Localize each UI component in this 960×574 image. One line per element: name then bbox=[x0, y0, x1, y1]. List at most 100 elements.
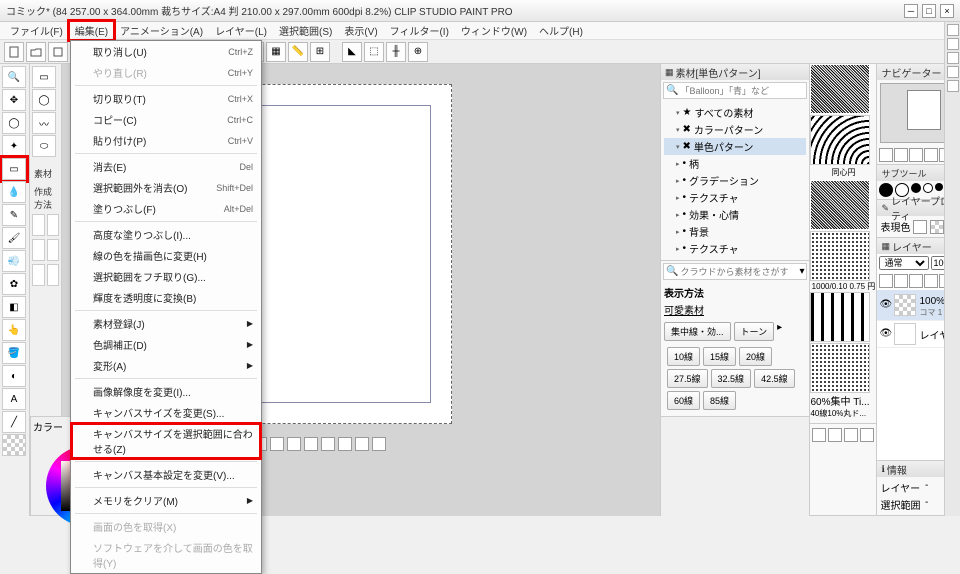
ly-b4[interactable] bbox=[924, 274, 938, 288]
tree-item-2[interactable]: ▾✖単色パターン bbox=[664, 138, 806, 155]
sub-opt-2[interactable] bbox=[47, 214, 60, 236]
filter-btn-5[interactable]: 42.5線 bbox=[754, 369, 795, 388]
eyedropper-tool[interactable]: 💧 bbox=[2, 181, 26, 203]
tree-item-0[interactable]: ▾★すべての素材 bbox=[664, 104, 806, 121]
filter-btn-2[interactable]: 20線 bbox=[739, 347, 772, 366]
eraser-tool[interactable]: ◧ bbox=[2, 296, 26, 318]
color-swap[interactable] bbox=[2, 434, 26, 456]
edit-menu-item-9[interactable]: 塗りつぶし(F)Alt+Del bbox=[71, 198, 261, 219]
edit-menu-item-24[interactable]: キャンバス基本設定を変更(V)... bbox=[71, 464, 261, 485]
canvas-tool-10[interactable] bbox=[355, 437, 369, 451]
color-tab[interactable]: カラー bbox=[33, 419, 63, 434]
gradient-tool[interactable]: ◐ bbox=[2, 365, 26, 387]
ly-b3[interactable] bbox=[909, 274, 923, 288]
edit-menu-item-8[interactable]: 選択範囲外を消去(O)Shift+Del bbox=[71, 177, 261, 198]
menu-4[interactable]: 選択範囲(S) bbox=[273, 21, 338, 40]
edit-menu-item-21[interactable]: キャンバスサイズを変更(S)... bbox=[71, 402, 261, 423]
filter-btn-4[interactable]: 32.5線 bbox=[711, 369, 752, 388]
tool-a-icon[interactable]: ◣ bbox=[342, 42, 362, 62]
edit-menu-item-26[interactable]: メモリをクリア(M)▶ bbox=[71, 490, 261, 511]
tree-item-3[interactable]: ▸•柄 bbox=[664, 155, 806, 172]
dock-2[interactable] bbox=[947, 38, 959, 50]
menu-2[interactable]: アニメーション(A) bbox=[114, 21, 209, 40]
edit-menu-item-11[interactable]: 高度な塗りつぶし(I)... bbox=[71, 224, 261, 245]
canvas-tool-11[interactable] bbox=[372, 437, 386, 451]
grid-icon[interactable]: ▦ bbox=[266, 42, 286, 62]
sub-opt-6[interactable] bbox=[47, 264, 60, 286]
canvas-tool-7[interactable] bbox=[304, 437, 318, 451]
sub-opt-1[interactable] bbox=[32, 214, 45, 236]
tool-d-icon[interactable]: ⊕ bbox=[408, 42, 428, 62]
menu-7[interactable]: ウィンドウ(W) bbox=[455, 21, 533, 40]
edit-menu-item-16[interactable]: 素材登録(J)▶ bbox=[71, 313, 261, 334]
brush-3[interactable] bbox=[911, 183, 921, 193]
visibility-icon[interactable]: 👁 bbox=[879, 328, 891, 340]
mat-tool-3[interactable] bbox=[844, 428, 858, 442]
canvas-tool-9[interactable] bbox=[338, 437, 352, 451]
cloud-search-input[interactable] bbox=[680, 266, 797, 277]
edit-menu-item-22[interactable]: キャンバスサイズを選択範囲に合わせる(Z) bbox=[71, 423, 261, 459]
edit-menu-item-14[interactable]: 輝度を透明度に変換(B) bbox=[71, 287, 261, 308]
filter-btn-3[interactable]: 27.5線 bbox=[667, 369, 708, 388]
edit-menu-item-7[interactable]: 消去(E)Del bbox=[71, 156, 261, 177]
subtool-2[interactable]: ◯ bbox=[32, 89, 56, 111]
marquee-tool[interactable]: ▭ bbox=[2, 158, 26, 180]
fill-tool[interactable]: 🪣 bbox=[2, 342, 26, 364]
subtool-1[interactable]: ▭ bbox=[32, 66, 56, 88]
edit-menu-item-0[interactable]: 取り消し(U)Ctrl+Z bbox=[71, 41, 261, 62]
menu-1[interactable]: 編集(E) bbox=[69, 21, 114, 40]
zoom-tool[interactable]: 🔍 bbox=[2, 66, 26, 88]
edit-menu-item-17[interactable]: 色調補正(D)▶ bbox=[71, 334, 261, 355]
tag-2[interactable]: トーン bbox=[734, 322, 775, 341]
brush-5[interactable] bbox=[935, 183, 943, 191]
tool-c-icon[interactable]: ╫ bbox=[386, 42, 406, 62]
nav-b4[interactable] bbox=[924, 148, 938, 162]
edit-menu-item-3[interactable]: 切り取り(T)Ctrl+X bbox=[71, 88, 261, 109]
sub-opt-5[interactable] bbox=[32, 264, 45, 286]
close-button[interactable]: × bbox=[940, 4, 954, 18]
edit-menu-item-5[interactable]: 貼り付け(P)Ctrl+V bbox=[71, 130, 261, 151]
menu-8[interactable]: ヘルプ(H) bbox=[533, 21, 589, 40]
tree-item-7[interactable]: ▸•背景 bbox=[664, 223, 806, 240]
pattern-dots2[interactable] bbox=[810, 343, 870, 393]
deco-tool[interactable]: ✿ bbox=[2, 273, 26, 295]
tree-item-4[interactable]: ▸•グラデーション bbox=[664, 172, 806, 189]
edit-menu-item-12[interactable]: 線の色を描画色に変更(H) bbox=[71, 245, 261, 266]
lp-b1[interactable] bbox=[913, 220, 927, 234]
dock-5[interactable] bbox=[947, 80, 959, 92]
airbrush-tool[interactable]: 💨 bbox=[2, 250, 26, 272]
tree-item-5[interactable]: ▸•テクスチャ bbox=[664, 189, 806, 206]
tree-item-8[interactable]: ▸•テクスチャ bbox=[664, 240, 806, 257]
brush-4[interactable] bbox=[923, 183, 933, 193]
blend-mode-select[interactable]: 通常 bbox=[879, 256, 929, 270]
open-icon[interactable] bbox=[26, 42, 46, 62]
minimize-button[interactable]: ─ bbox=[904, 4, 918, 18]
ruler-icon[interactable]: 📏 bbox=[288, 42, 308, 62]
pattern-noise2[interactable] bbox=[810, 180, 870, 230]
canvas-tool-8[interactable] bbox=[321, 437, 335, 451]
canvas-tool-6[interactable] bbox=[287, 437, 301, 451]
sub-opt-3[interactable] bbox=[32, 239, 45, 261]
visibility-icon[interactable]: 👁 bbox=[879, 299, 891, 311]
menu-5[interactable]: 表示(V) bbox=[338, 21, 383, 40]
blend-tool[interactable]: 👆 bbox=[2, 319, 26, 341]
pattern-noise[interactable] bbox=[810, 64, 870, 114]
text-tool[interactable]: A bbox=[2, 388, 26, 410]
filter-btn-1[interactable]: 15線 bbox=[703, 347, 736, 366]
mat-tool-1[interactable] bbox=[812, 428, 826, 442]
dropdown-icon[interactable]: ▾ bbox=[799, 266, 804, 277]
mat-tool-2[interactable] bbox=[828, 428, 842, 442]
nav-b2[interactable] bbox=[894, 148, 908, 162]
menu-3[interactable]: レイヤー(L) bbox=[209, 21, 273, 40]
menu-0[interactable]: ファイル(F) bbox=[4, 21, 69, 40]
filter-btn-7[interactable]: 85線 bbox=[703, 391, 736, 410]
material-search-input[interactable] bbox=[680, 85, 804, 96]
dock-4[interactable] bbox=[947, 66, 959, 78]
mat-tool-4[interactable] bbox=[860, 428, 874, 442]
filter-btn-6[interactable]: 60線 bbox=[667, 391, 700, 410]
ly-b2[interactable] bbox=[894, 274, 908, 288]
edit-menu-item-13[interactable]: 選択範囲をフチ取り(G)... bbox=[71, 266, 261, 287]
tree-item-1[interactable]: ▾✖カラーパターン bbox=[664, 121, 806, 138]
lasso-tool[interactable]: ◯ bbox=[2, 112, 26, 134]
snap-icon[interactable]: ⊞ bbox=[310, 42, 330, 62]
